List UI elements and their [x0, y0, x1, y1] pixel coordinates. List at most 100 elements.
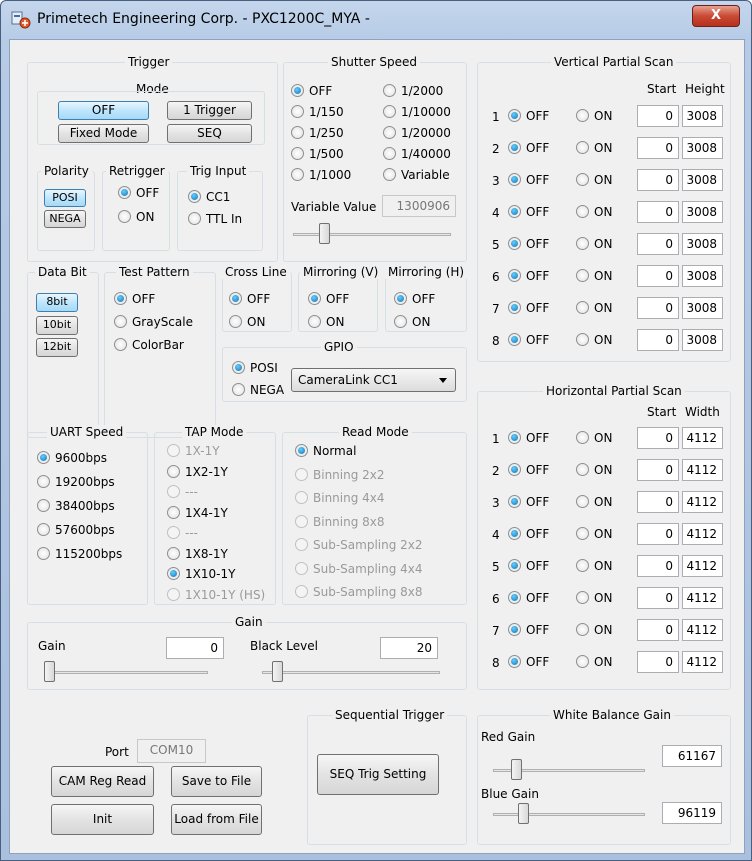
vscan-row-6-start-field[interactable]: 0 [637, 265, 679, 287]
hscan-row-7-on-radio[interactable]: ON [576, 623, 612, 637]
hscan-row-1-size-field[interactable]: 4112 [682, 427, 723, 449]
read-mode-binning-2x2-radio[interactable]: Binning 2x2 [295, 467, 385, 482]
shutter-1-1000-radio[interactable]: 1/1000 [291, 168, 351, 182]
hscan-row-2-off-radio[interactable]: OFF [508, 463, 549, 477]
trigger-off-button[interactable]: OFF [58, 101, 149, 120]
load-from-file-button[interactable]: Load from File [171, 804, 262, 835]
trigger-fixed-mode-button[interactable]: Fixed Mode [58, 124, 149, 143]
slider-thumb[interactable] [518, 803, 529, 824]
hscan-row-8-start-field[interactable]: 0 [637, 651, 679, 673]
black-level-slider[interactable] [262, 661, 440, 683]
vscan-row-5-off-radio[interactable]: OFF [508, 237, 549, 251]
shutter-1-40000-radio[interactable]: 1/40000 [383, 147, 451, 161]
hscan-row-5-on-radio[interactable]: ON [576, 559, 612, 573]
vscan-row-4-start-field[interactable]: 0 [637, 201, 679, 223]
title-bar[interactable]: Primetech Engineering Corp. - PXC1200C_M… [1, 1, 751, 39]
vscan-row-5-size-field[interactable]: 3008 [682, 233, 723, 255]
cross-line-on-radio[interactable]: ON [229, 315, 265, 329]
uart-115200bps-radio[interactable]: 115200bps [37, 547, 122, 561]
tap-1x4-1y-3-radio[interactable]: 1X4-1Y [167, 505, 228, 520]
gpio-posi-radio[interactable]: POSI [232, 361, 278, 375]
hscan-row-1-on-radio[interactable]: ON [576, 431, 612, 445]
vscan-row-2-on-radio[interactable]: ON [576, 141, 612, 155]
vscan-row-2-size-field[interactable]: 3008 [682, 137, 723, 159]
red-gain-field[interactable]: 61167 [662, 745, 722, 767]
shutter-slider[interactable] [293, 223, 451, 245]
hscan-row-3-off-radio[interactable]: OFF [508, 495, 549, 509]
vscan-row-6-on-radio[interactable]: ON [576, 269, 612, 283]
tap-1x-1y-0-radio[interactable]: 1X-1Y [167, 444, 220, 458]
hscan-row-1-start-field[interactable]: 0 [637, 427, 679, 449]
test-pattern-off-radio[interactable]: OFF [114, 292, 155, 306]
hscan-row-2-on-radio[interactable]: ON [576, 463, 612, 477]
shutter-1-2000-radio[interactable]: 1/2000 [383, 84, 443, 98]
vscan-row-4-on-radio[interactable]: ON [576, 205, 612, 219]
seq-trig-setting-button[interactable]: SEQ Trig Setting [317, 754, 439, 795]
retrigger-on-radio[interactable]: ON [118, 210, 154, 224]
uart-9600bps-radio[interactable]: 9600bps [37, 451, 107, 465]
hscan-row-3-start-field[interactable]: 0 [637, 491, 679, 513]
vscan-row-2-start-field[interactable]: 0 [637, 137, 679, 159]
vscan-row-1-start-field[interactable]: 0 [637, 105, 679, 127]
tap-1x8-1y-5-radio[interactable]: 1X8-1Y [167, 546, 228, 561]
read-mode-sub-sampling-8x8-radio[interactable]: Sub-Sampling 8x8 [295, 585, 423, 599]
mirroring-h-off-radio[interactable]: OFF [394, 292, 435, 306]
trig-input-cc1-radio[interactable]: CC1 [188, 190, 230, 204]
blue-gain-field[interactable]: 96119 [662, 802, 722, 824]
hscan-row-6-size-field[interactable]: 4112 [682, 587, 723, 609]
hscan-row-5-size-field[interactable]: 4112 [682, 555, 723, 577]
init-button[interactable]: Init [51, 804, 154, 835]
vscan-row-3-off-radio[interactable]: OFF [508, 173, 549, 187]
databit-12bit-button[interactable]: 12bit [36, 338, 78, 357]
close-button[interactable]: X [692, 5, 740, 27]
hscan-row-3-size-field[interactable]: 4112 [682, 491, 723, 513]
slider-thumb[interactable] [319, 223, 330, 244]
hscan-row-8-off-radio[interactable]: OFF [508, 655, 549, 669]
vscan-row-1-off-radio[interactable]: OFF [508, 109, 549, 123]
hscan-row-8-on-radio[interactable]: ON [576, 655, 612, 669]
hscan-row-3-on-radio[interactable]: ON [576, 495, 612, 509]
shutter-variable-radio[interactable]: Variable [383, 168, 450, 182]
trigger-1-trigger-button[interactable]: 1 Trigger [167, 101, 252, 120]
vscan-row-4-off-radio[interactable]: OFF [508, 205, 549, 219]
vscan-row-3-on-radio[interactable]: ON [576, 173, 612, 187]
uart-57600bps-radio[interactable]: 57600bps [37, 523, 115, 537]
hscan-row-4-size-field[interactable]: 4112 [682, 523, 723, 545]
blue-gain-slider[interactable] [493, 803, 645, 825]
databit-8bit-button[interactable]: 8bit [36, 293, 78, 312]
gpio-select[interactable]: CameraLink CC1 [291, 368, 456, 392]
vscan-row-1-size-field[interactable]: 3008 [682, 105, 723, 127]
test-pattern-grayscale-radio[interactable]: GrayScale [114, 315, 193, 329]
hscan-row-6-start-field[interactable]: 0 [637, 587, 679, 609]
hscan-row-4-off-radio[interactable]: OFF [508, 527, 549, 541]
port-field[interactable]: COM10 [137, 739, 206, 763]
hscan-row-7-off-radio[interactable]: OFF [508, 623, 549, 637]
hscan-row-4-on-radio[interactable]: ON [576, 527, 612, 541]
vscan-row-8-size-field[interactable]: 3008 [682, 329, 723, 351]
read-mode-binning-4x4-radio[interactable]: Binning 4x4 [295, 491, 385, 505]
cam-reg-read-button[interactable]: CAM Reg Read [51, 766, 154, 797]
hscan-row-1-off-radio[interactable]: OFF [508, 431, 549, 445]
hscan-row-5-start-field[interactable]: 0 [637, 555, 679, 577]
vscan-row-3-start-field[interactable]: 0 [637, 169, 679, 191]
vscan-row-4-size-field[interactable]: 3008 [682, 201, 723, 223]
read-mode-normal-radio[interactable]: Normal [295, 444, 356, 458]
shutter-1-500-radio[interactable]: 1/500 [291, 147, 344, 161]
vscan-row-8-off-radio[interactable]: OFF [508, 333, 549, 347]
read-mode-sub-sampling-2x2-radio[interactable]: Sub-Sampling 2x2 [295, 538, 423, 552]
gain-slider[interactable] [44, 661, 208, 683]
red-gain-slider[interactable] [493, 759, 645, 781]
slider-thumb[interactable] [272, 661, 283, 682]
hscan-row-7-start-field[interactable]: 0 [637, 619, 679, 641]
retrigger-off-radio[interactable]: OFF [118, 186, 159, 200]
read-mode-binning-8x8-radio[interactable]: Binning 8x8 [295, 514, 385, 529]
vscan-row-3-size-field[interactable]: 3008 [682, 169, 723, 191]
vscan-row-2-off-radio[interactable]: OFF [508, 141, 549, 155]
shutter-off-radio[interactable]: OFF [291, 84, 332, 98]
mirroring-v-on-radio[interactable]: ON [308, 315, 344, 329]
tap-1x2-1y-1-radio[interactable]: 1X2-1Y [167, 464, 228, 479]
polarity-posi-button[interactable]: POSI [44, 189, 86, 207]
gain-field[interactable]: 0 [166, 637, 224, 659]
hscan-row-6-off-radio[interactable]: OFF [508, 591, 549, 605]
vscan-row-5-on-radio[interactable]: ON [576, 237, 612, 251]
